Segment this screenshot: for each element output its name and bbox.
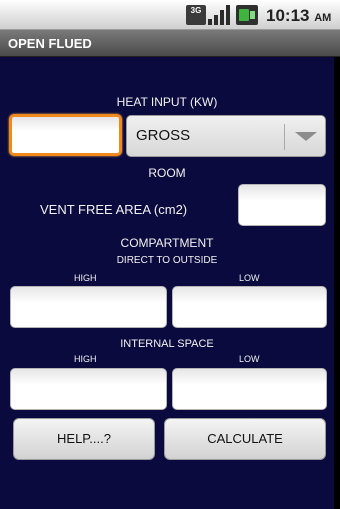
spinner-selected-label: GROSS [136, 127, 191, 144]
signal-icon [208, 5, 230, 25]
vent-free-area-field[interactable] [238, 184, 326, 226]
internal-high-label: HIGH [74, 354, 97, 364]
clock-time: 10:13 [266, 6, 310, 25]
chevron-down-icon[interactable] [295, 132, 317, 141]
gross-net-spinner[interactable]: GROSS [126, 115, 326, 157]
internal-low-field[interactable] [172, 368, 327, 410]
clock-ampm: AM [314, 12, 332, 24]
vent-free-area-label: VENT FREE AREA (cm2) [40, 202, 188, 217]
direct-high-label: HIGH [74, 273, 97, 283]
heat-input-label: HEAT INPUT (KW) [116, 95, 218, 109]
app-title: OPEN FLUED [0, 30, 340, 57]
direct-low-field[interactable] [172, 286, 327, 328]
clock: 10:13 AM [266, 6, 331, 26]
internal-space-label: INTERNAL SPACE [120, 338, 214, 350]
status-bar: 3G 10:13 AM [0, 0, 340, 30]
compartment-label: COMPARTMENT [120, 236, 214, 250]
calculate-button[interactable]: CALCULATE [164, 418, 326, 460]
form-area: HEAT INPUT (KW) GROSS ROOM VENT FREE ARE… [0, 57, 334, 509]
spinner-divider [284, 124, 285, 150]
heat-input-field[interactable] [9, 114, 122, 156]
network-3g-icon: 3G [186, 5, 206, 25]
internal-high-field[interactable] [10, 368, 167, 410]
direct-low-label: LOW [239, 273, 260, 283]
direct-high-field[interactable] [10, 286, 167, 328]
internal-low-label: LOW [239, 354, 260, 364]
room-label: ROOM [148, 166, 186, 180]
direct-to-outside-label: DIRECT TO OUTSIDE [116, 255, 218, 266]
help-button[interactable]: HELP....? [13, 418, 155, 460]
battery-icon [236, 5, 258, 25]
app-screen: 3G 10:13 AM OPEN FLUED HEAT INPUT (KW) G… [0, 0, 340, 509]
